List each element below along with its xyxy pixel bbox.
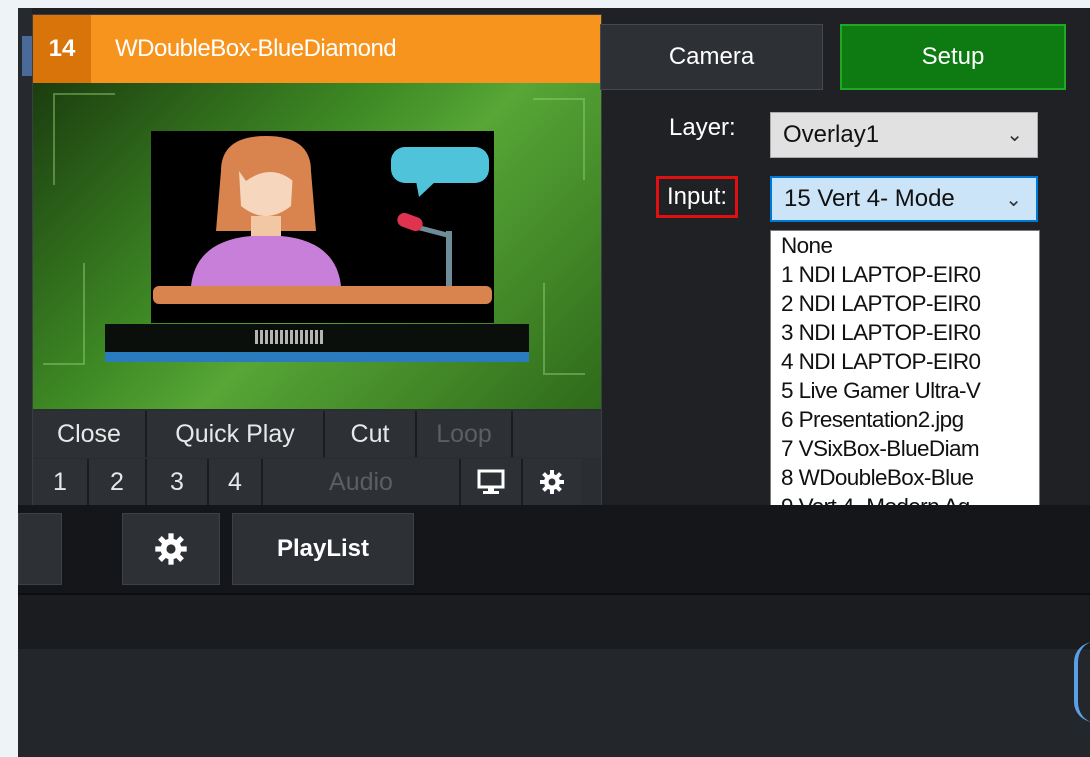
camera-button[interactable]: Camera	[600, 24, 823, 90]
toolbar-left-button[interactable]	[18, 513, 62, 585]
input-select-value: 15 Vert 4- Mode	[784, 185, 955, 212]
input-option[interactable]: 8 WDoubleBox-Blue	[771, 463, 1039, 492]
input-settings-gear-icon[interactable]	[523, 459, 581, 505]
layer-select-value: Overlay1	[783, 121, 880, 148]
loop-button[interactable]: Loop	[417, 411, 513, 457]
input-option[interactable]: 5 Live Gamer Ultra-V	[771, 376, 1039, 405]
overlay-1-button[interactable]: 1	[33, 459, 89, 505]
lower-third-graphic	[105, 324, 529, 362]
cut-button[interactable]: Cut	[325, 411, 417, 457]
bottom-toolbar: PlayList	[18, 505, 1090, 593]
input-button-row-2: 1 2 3 4 Audio	[33, 459, 601, 505]
input-option[interactable]: 7 VSixBox-BlueDiam	[771, 434, 1039, 463]
close-button[interactable]: Close	[33, 411, 147, 457]
input-option[interactable]: 6 Presentation2.jpg	[771, 405, 1039, 434]
chevron-down-icon: ⌄	[1006, 124, 1023, 146]
input-option[interactable]: 1 NDI LAPTOP-EIR0	[771, 260, 1039, 289]
status-strip	[18, 593, 1090, 651]
input-title: WDoubleBox-BlueDiamond	[115, 35, 397, 62]
chevron-down-icon: ⌄	[1005, 189, 1022, 211]
input-card: 14 WDoubleBox-BlueDiamond Close Quick Pl…	[32, 14, 602, 506]
row1-empty-slot	[513, 411, 601, 457]
playlist-button[interactable]: PlayList	[232, 513, 414, 585]
audio-button[interactable]: Audio	[263, 459, 461, 505]
input-select[interactable]: 15 Vert 4- Mode ⌄	[770, 176, 1038, 222]
input-number: 14	[33, 15, 91, 83]
left-panel-edge	[18, 8, 32, 505]
overlay-3-button[interactable]: 3	[147, 459, 209, 505]
presenter-illustration	[151, 131, 494, 323]
overlay-2-button[interactable]: 2	[89, 459, 147, 505]
layer-label: Layer:	[669, 114, 736, 141]
input-button-row-1: Close Quick Play Cut Loop	[33, 411, 601, 457]
left-panel-tab[interactable]	[22, 36, 32, 76]
partial-logo-icon	[1074, 642, 1090, 722]
input-label: Input:	[656, 176, 739, 218]
overlay-4-button[interactable]: 4	[209, 459, 263, 505]
quick-play-button[interactable]: Quick Play	[147, 411, 325, 457]
input-option[interactable]: 4 NDI LAPTOP-EIR0	[771, 347, 1039, 376]
monitor-icon[interactable]	[461, 459, 523, 505]
input-preview[interactable]	[33, 83, 601, 409]
lower-panel	[18, 649, 1090, 757]
layer-select[interactable]: Overlay1 ⌄	[770, 112, 1038, 158]
input-option[interactable]: 3 NDI LAPTOP-EIR0	[771, 318, 1039, 347]
input-option[interactable]: None	[771, 231, 1039, 260]
setup-button[interactable]: Setup	[840, 24, 1066, 90]
input-option[interactable]: 2 NDI LAPTOP-EIR0	[771, 289, 1039, 318]
vmix-window: 14 WDoubleBox-BlueDiamond Close Quick Pl…	[18, 8, 1090, 757]
preview-image	[151, 131, 494, 323]
input-card-header[interactable]: 14 WDoubleBox-BlueDiamond	[33, 15, 601, 83]
toolbar-settings-gear-icon[interactable]	[122, 513, 220, 585]
